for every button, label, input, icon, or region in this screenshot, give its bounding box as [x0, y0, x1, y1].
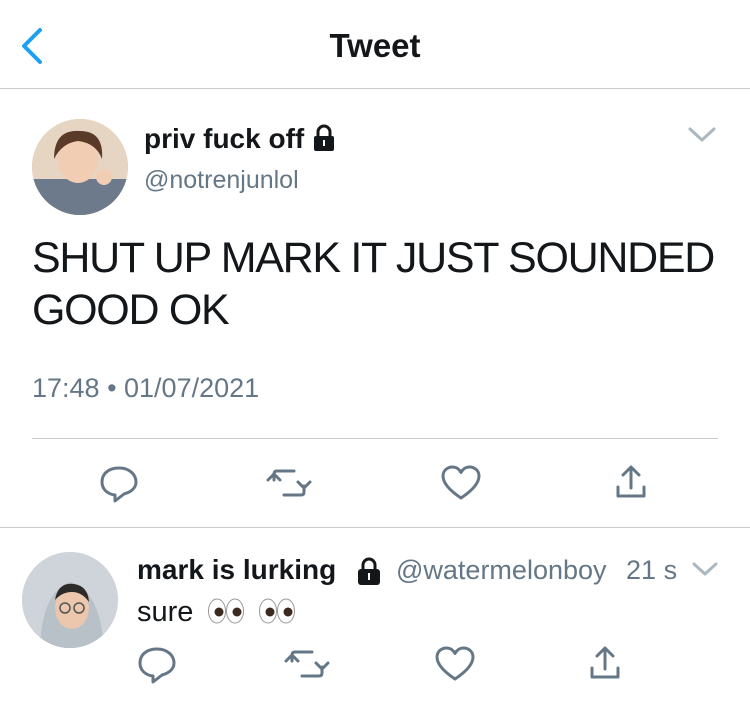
retweet-button[interactable] [264, 460, 314, 506]
lock-icon [313, 124, 334, 151]
eyes-emoji-icon [208, 598, 245, 624]
reply-author-handle[interactable]: @watermelonboy [396, 555, 607, 585]
top-bar: Tweet [0, 0, 750, 88]
reply-options-button[interactable] [688, 555, 722, 583]
share-icon [616, 465, 646, 498]
reply-meta: @watermelonboy 21 s [396, 553, 677, 587]
reply-share-button[interactable] [580, 641, 630, 687]
tweet-divider [0, 527, 750, 528]
reply-button[interactable] [94, 460, 144, 506]
page-title: Tweet [329, 27, 421, 64]
tweet-text: SHUT UP MARK IT JUST SOUNDED GOOD OK [32, 234, 715, 334]
share-button[interactable] [606, 460, 656, 506]
retweet-icon [284, 650, 330, 678]
timestamp-divider [32, 438, 718, 439]
chevron-down-icon [688, 127, 716, 142]
tweet-options-button[interactable] [682, 120, 722, 150]
reply-like-button[interactable] [430, 641, 480, 687]
reply-lock-icon [355, 556, 383, 585]
reply-author-avatar[interactable] [22, 552, 118, 648]
author-handle[interactable]: @notrenjunlol [144, 165, 299, 195]
author-display-name[interactable]: priv fuck off [144, 123, 304, 154]
tweet-timestamp[interactable]: 17:48 • 01/07/2021 [32, 372, 259, 404]
reply-retweet-button[interactable] [282, 641, 332, 687]
eyes-emoji-icon [258, 598, 295, 624]
like-button[interactable] [436, 460, 486, 506]
reply-icon [100, 466, 138, 503]
author-name-row: priv fuck off [144, 122, 337, 156]
reply-avatar-photo-icon [22, 552, 118, 648]
reply-text-row: sure [137, 594, 296, 630]
reply-author-display-name[interactable]: mark is lurking [137, 554, 336, 585]
reply-chevron-down-icon [692, 562, 718, 576]
reply-icon [138, 647, 176, 684]
reply-reply-button[interactable] [132, 641, 182, 687]
heart-icon [435, 646, 475, 681]
avatar-photo-icon [32, 119, 128, 215]
share-icon [590, 646, 620, 679]
reply-text: sure [137, 596, 194, 628]
reply-time[interactable]: 21 s [626, 555, 677, 585]
header-divider [0, 88, 750, 89]
retweet-icon [266, 469, 312, 497]
author-avatar[interactable] [32, 119, 128, 215]
heart-icon [441, 465, 481, 500]
reply-header-row: mark is lurking [137, 553, 336, 587]
